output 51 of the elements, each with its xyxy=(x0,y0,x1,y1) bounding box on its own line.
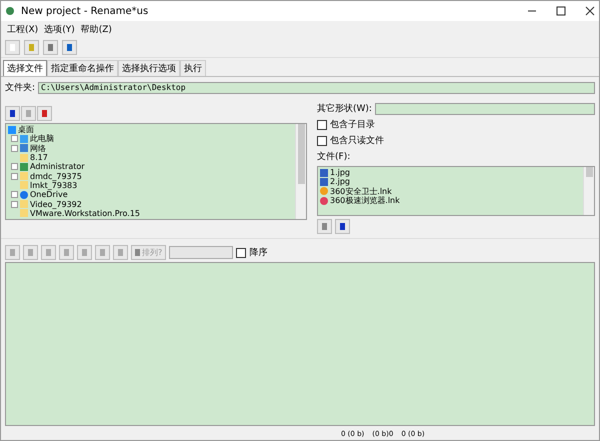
bottom-button[interactable] xyxy=(335,219,350,234)
print-button[interactable] xyxy=(113,245,128,260)
window-title: New project - Rename*us xyxy=(21,6,148,16)
file-item[interactable]: 1.jpg xyxy=(320,168,581,178)
return-button[interactable] xyxy=(37,106,52,121)
scrollbar[interactable] xyxy=(583,167,594,215)
edit-button[interactable] xyxy=(77,245,92,260)
checkbox-label: 降序 xyxy=(249,246,268,259)
folder-field[interactable]: C:\Users\Administrator\Desktop xyxy=(38,82,595,94)
menu-item[interactable]: 帮助(Z) xyxy=(80,23,112,36)
checkbox-label: 包含子目录 xyxy=(330,118,375,131)
delete-button[interactable] xyxy=(41,245,56,260)
tree-item[interactable]: 网络 xyxy=(8,144,293,153)
checkbox[interactable] xyxy=(236,248,246,258)
tab[interactable]: 选择文件 xyxy=(3,60,47,76)
tree-item[interactable]: Video_79392 xyxy=(8,199,293,209)
checkbox[interactable] xyxy=(317,120,327,130)
tree-item[interactable]: dmdc_79375 xyxy=(8,171,293,181)
tree-item[interactable]: 桌面 xyxy=(8,125,293,134)
folder-label: 文件夹: xyxy=(5,82,36,94)
help-button[interactable] xyxy=(62,40,77,55)
file-item[interactable]: 360安全卫士.lnk xyxy=(320,186,581,196)
checkbox-label: 包含只读文件 xyxy=(330,134,384,147)
tab[interactable]: 执行 xyxy=(180,60,206,76)
down-button[interactable] xyxy=(5,245,20,260)
other-shapes-label: 其它形状(W): xyxy=(317,102,372,115)
app-icon xyxy=(5,6,15,16)
new-file-button[interactable] xyxy=(5,40,20,55)
tree-item[interactable]: lmkt_79383 xyxy=(8,180,293,190)
checkbox[interactable] xyxy=(317,136,327,146)
maximize-icon[interactable] xyxy=(556,6,566,16)
menu-item[interactable]: 工程(X) xyxy=(7,23,38,36)
tree-item[interactable]: OneDrive xyxy=(8,190,293,200)
open-folder-button[interactable] xyxy=(24,40,39,55)
scrollbar[interactable] xyxy=(295,124,306,219)
file-item[interactable]: 2.jpg xyxy=(320,177,581,187)
close-icon[interactable] xyxy=(585,6,595,16)
files-label: 文件(F): xyxy=(317,150,352,163)
tree-item[interactable]: Administrator xyxy=(8,162,293,172)
tab[interactable]: 指定重命名操作 xyxy=(47,60,118,76)
menu-item[interactable]: 选项(Y) xyxy=(44,23,75,36)
tab[interactable]: 选择执行选项 xyxy=(118,60,180,76)
tree-item[interactable]: VMware.Workstation.Pro.15 xyxy=(8,208,293,218)
save-button[interactable] xyxy=(43,40,58,55)
find-button[interactable] xyxy=(95,245,110,260)
tree-item[interactable]: 8.17 xyxy=(8,152,293,162)
other-shapes-field[interactable] xyxy=(374,102,595,114)
clear-button[interactable] xyxy=(59,245,74,260)
up-button[interactable] xyxy=(5,106,20,121)
tree-item[interactable]: 此电脑 xyxy=(8,134,293,144)
file-item[interactable]: 360极速浏览器.lnk xyxy=(320,196,581,206)
